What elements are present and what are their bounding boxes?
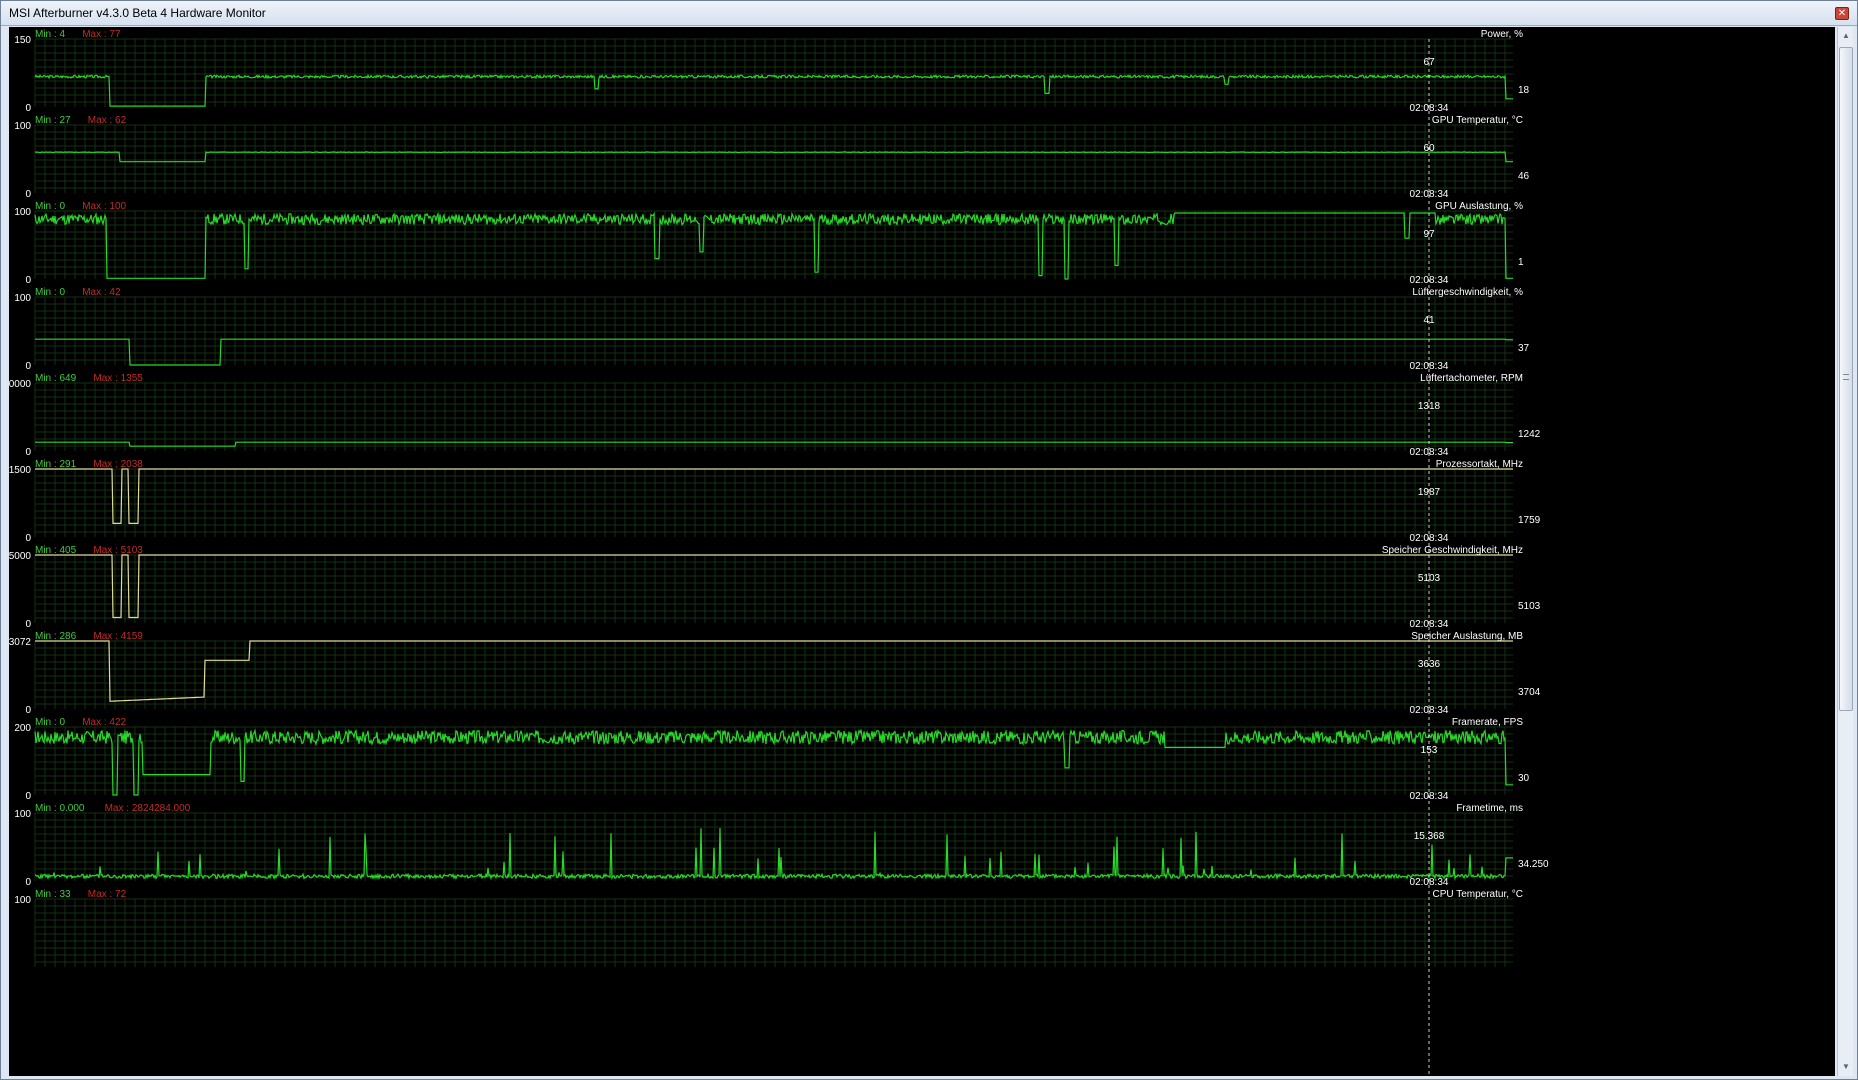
max-label: Max : 422 <box>82 717 126 728</box>
series-line <box>35 554 1513 619</box>
max-label: Max : 77 <box>82 29 121 40</box>
y-axis-min: 0 <box>25 791 31 802</box>
min-label: Min : 27 <box>35 115 71 126</box>
panel-title: Frametime, ms <box>1456 803 1523 814</box>
y-axis-min: 0 <box>25 361 31 372</box>
current-value: 18 <box>1518 85 1530 96</box>
y-axis-max: 10000 <box>9 379 31 390</box>
panel-title: Power, % <box>1481 29 1523 40</box>
panel-title: CPU Temperatur, °C <box>1432 889 1523 900</box>
series-line <box>35 338 1513 366</box>
panel-title: Speicher Geschwindigkeit, MHz <box>1382 545 1523 556</box>
y-axis-min: 0 <box>25 619 31 630</box>
max-label: Max : 72 <box>88 889 127 900</box>
max-label: Max : 62 <box>88 115 127 126</box>
y-axis-min: 0 <box>25 189 31 200</box>
panel-title: Lüftertachometer, RPM <box>1420 373 1523 384</box>
max-label: Max : 4159 <box>93 631 143 642</box>
y-axis-max: 5000 <box>9 551 31 562</box>
vertical-scrollbar[interactable]: ▲ ▼ <box>1837 27 1853 1076</box>
y-axis-max: 100 <box>14 207 31 218</box>
y-axis-min: 0 <box>25 275 31 286</box>
y-axis-max: 3072 <box>9 637 31 648</box>
current-value: 3704 <box>1518 687 1541 698</box>
grip-icon <box>1843 374 1849 380</box>
monitor-graphs: Min : 4 Max : 77 Power, %15006702:08:3418M… <box>9 29 1549 1076</box>
y-axis-max: 100 <box>14 809 31 820</box>
max-label: Max : 5103 <box>93 545 143 556</box>
current-value: 1 <box>1518 257 1524 268</box>
window-title: MSI Afterburner v4.3.0 Beta 4 Hardware M… <box>9 6 266 20</box>
min-label: Min : 4 <box>35 29 65 40</box>
y-axis-min: 0 <box>25 877 31 888</box>
current-value: 37 <box>1518 343 1530 354</box>
max-label: Max : 1355 <box>93 373 143 384</box>
y-axis-min: 0 <box>25 533 31 544</box>
panel-title: Speicher Auslastung, MB <box>1411 631 1523 642</box>
y-axis-max: 100 <box>14 121 31 132</box>
y-axis-max: 150 <box>14 35 31 46</box>
min-label: Min : 0 <box>35 717 65 728</box>
series-line <box>35 468 1513 524</box>
scrollbar-thumb[interactable] <box>1839 47 1853 711</box>
current-value: 1242 <box>1518 429 1541 440</box>
y-axis-min: 0 <box>25 705 31 716</box>
series-line <box>35 640 1513 702</box>
min-label: Min : 0.000 <box>35 803 85 814</box>
max-label: Max : 2824284.000 <box>105 803 191 814</box>
panel-title: GPU Auslastung, % <box>1435 201 1523 212</box>
y-axis-max: 100 <box>14 293 31 304</box>
current-value: 1759 <box>1518 515 1541 526</box>
current-value: 5103 <box>1518 601 1541 612</box>
scroll-up-icon[interactable]: ▲ <box>1839 29 1853 43</box>
min-label: Min : 649 <box>35 373 77 384</box>
hardware-monitor-window: MSI Afterburner v4.3.0 Beta 4 Hardware M… <box>0 0 1858 1080</box>
max-label: Max : 42 <box>82 287 121 298</box>
current-value: 46 <box>1518 171 1530 182</box>
series-line <box>34 728 1513 796</box>
min-label: Min : 33 <box>35 889 71 900</box>
title-bar[interactable]: MSI Afterburner v4.3.0 Beta 4 Hardware M… <box>1 1 1857 26</box>
min-label: Min : 291 <box>35 459 77 470</box>
panel-title: Prozessortakt, MHz <box>1436 459 1523 470</box>
min-label: Min : 286 <box>35 631 77 642</box>
min-label: Min : 0 <box>35 287 65 298</box>
current-value: 34.250 <box>1518 859 1549 870</box>
current-value: 30 <box>1518 773 1530 784</box>
y-axis-min: 0 <box>25 447 31 458</box>
max-label: Max : 100 <box>82 201 126 212</box>
series-line <box>34 827 1513 881</box>
max-label: Max : 2038 <box>93 459 143 470</box>
y-axis-max: 1500 <box>9 465 31 476</box>
series-line <box>34 73 1513 107</box>
panel-title: GPU Temperatur, °C <box>1432 115 1523 126</box>
panel-title: Framerate, FPS <box>1452 717 1523 728</box>
min-label: Min : 405 <box>35 545 77 556</box>
min-label: Min : 0 <box>35 201 65 212</box>
y-axis-max: 100 <box>14 895 31 906</box>
scroll-down-icon[interactable]: ▼ <box>1839 1060 1853 1074</box>
close-button[interactable]: ✕ <box>1835 7 1849 20</box>
y-axis-max: 200 <box>14 723 31 734</box>
monitor-graph-area[interactable]: Min : 4 Max : 77 Power, % 150 0 67 02:08:34 18 M… <box>9 27 1835 1076</box>
y-axis-min: 0 <box>25 103 31 114</box>
